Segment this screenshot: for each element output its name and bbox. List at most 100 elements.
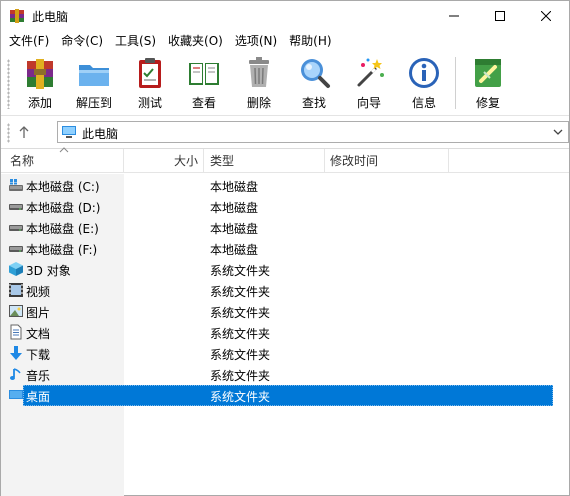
address-grip[interactable] <box>7 123 10 143</box>
title-bar: 此电脑 <box>1 1 569 31</box>
minimize-icon <box>449 15 459 17</box>
column-divider[interactable] <box>123 149 124 173</box>
file-list-row[interactable]: 文档 系统文件夹 <box>1 322 569 343</box>
add-label: 添加 <box>27 96 52 110</box>
row-name: 下载 <box>26 348 51 362</box>
extract-to-label: 解压到 <box>75 96 112 110</box>
column-modified[interactable]: 修改时间 <box>330 149 378 173</box>
row-name: 本地磁盘 (E:) <box>26 222 99 236</box>
this-pc-icon <box>62 126 76 138</box>
file-list-row[interactable]: 本地磁盘 (E:) 本地磁盘 <box>1 217 569 238</box>
row-name: 本地磁盘 (D:) <box>26 201 101 215</box>
drive-icon <box>8 198 24 214</box>
row-type: 系统文件夹 <box>210 369 271 383</box>
winrar-app-icon <box>10 9 24 23</box>
file-list-row[interactable]: 本地磁盘 (C:) 本地磁盘 <box>1 175 569 196</box>
column-type[interactable]: 类型 <box>210 149 234 173</box>
row-name: 本地磁盘 (F:) <box>26 243 98 257</box>
file-list-row[interactable]: 视频 系统文件夹 <box>1 280 569 301</box>
address-combobox[interactable]: 此电脑 <box>57 121 569 143</box>
wizard-label: 向导 <box>356 96 381 110</box>
repair-label: 修复 <box>475 96 500 110</box>
menu-commands[interactable]: 命令(C) <box>55 31 109 51</box>
delete-button[interactable]: 删除 <box>234 55 284 113</box>
repair-button[interactable]: 修复 <box>463 55 513 113</box>
menu-favorites[interactable]: 收藏夹(O) <box>162 31 229 51</box>
find-label: 查找 <box>301 96 326 110</box>
row-name: 图片 <box>26 306 51 320</box>
toolbar: 添加 解压到 测试 查看 删除 查找 向导 信息 修复 <box>1 51 569 116</box>
close-button[interactable] <box>523 1 569 31</box>
row-type: 系统文件夹 <box>210 327 271 341</box>
info-icon <box>409 58 439 88</box>
up-folder-button[interactable] <box>15 121 33 143</box>
magic-wand-icon <box>357 58 384 87</box>
drive-icon <box>8 219 24 235</box>
column-header: 名称 大小 类型 修改时间 <box>1 147 569 173</box>
row-type: 系统文件夹 <box>210 285 271 299</box>
add-archive-icon <box>27 59 53 89</box>
minimize-button[interactable] <box>431 1 477 31</box>
file-list-row[interactable]: 图片 系统文件夹 <box>1 301 569 322</box>
row-name: 本地磁盘 (C:) <box>26 180 100 194</box>
row-name: 桌面 <box>26 390 51 404</box>
extract-folder-icon <box>79 65 109 86</box>
test-label: 测试 <box>137 96 162 110</box>
magnifier-icon <box>301 59 330 88</box>
window-title: 此电脑 <box>32 10 69 24</box>
view-button[interactable]: 查看 <box>179 55 229 113</box>
row-type: 系统文件夹 <box>210 390 271 404</box>
toolbar-separator <box>455 57 456 109</box>
column-name[interactable]: 名称 <box>10 149 34 173</box>
menu-options[interactable]: 选项(N) <box>229 31 283 51</box>
file-list-row[interactable]: 本地磁盘 (F:) 本地磁盘 <box>1 238 569 259</box>
row-type: 系统文件夹 <box>210 348 271 362</box>
menu-tools[interactable]: 工具(S) <box>109 31 162 51</box>
add-button[interactable]: 添加 <box>15 55 65 113</box>
drive-icon <box>8 240 24 256</box>
trash-can-icon <box>249 57 269 87</box>
view-book-icon <box>189 63 219 85</box>
test-button[interactable]: 测试 <box>125 55 175 113</box>
file-list-row[interactable]: 下载 系统文件夹 <box>1 343 569 364</box>
picture-icon <box>8 303 24 319</box>
maximize-icon <box>495 11 505 21</box>
info-label: 信息 <box>411 96 436 110</box>
view-label: 查看 <box>191 96 216 110</box>
file-list-row[interactable]: 音乐 系统文件夹 <box>1 364 569 385</box>
drive-windows-icon <box>8 177 24 193</box>
column-divider[interactable] <box>448 149 449 173</box>
row-name: 视频 <box>26 285 51 299</box>
column-size[interactable]: 大小 <box>174 149 198 173</box>
row-type: 系统文件夹 <box>210 306 271 320</box>
column-divider[interactable] <box>324 149 325 173</box>
close-icon <box>541 11 551 21</box>
extract-to-button[interactable]: 解压到 <box>69 55 119 113</box>
maximize-button[interactable] <box>477 1 523 31</box>
selection-highlight <box>23 385 553 406</box>
column-divider[interactable] <box>203 149 204 173</box>
cube-3d-icon <box>8 261 24 277</box>
download-arrow-icon <box>8 345 24 361</box>
sort-ascending-icon <box>59 147 69 153</box>
menu-help[interactable]: 帮助(H) <box>283 31 337 51</box>
chevron-down-icon[interactable] <box>552 126 564 138</box>
desktop-icon <box>8 387 24 403</box>
toolbar-grip[interactable] <box>7 59 10 109</box>
file-list: 名称 大小 类型 修改时间 本地磁盘 (C:) 本地磁盘 本地磁盘 (D:) 本地磁盘… <box>1 147 569 496</box>
address-row: 此电脑 <box>1 117 569 147</box>
find-button[interactable]: 查找 <box>289 55 339 113</box>
row-name: 音乐 <box>26 369 51 383</box>
row-name: 文档 <box>26 327 51 341</box>
file-list-row[interactable]: 桌面 系统文件夹 <box>1 385 569 406</box>
wizard-button[interactable]: 向导 <box>344 55 394 113</box>
info-button[interactable]: 信息 <box>399 55 449 113</box>
file-list-row[interactable]: 3D 对象 系统文件夹 <box>1 259 569 280</box>
file-list-row[interactable]: 本地磁盘 (D:) 本地磁盘 <box>1 196 569 217</box>
menu-file[interactable]: 文件(F) <box>3 31 55 51</box>
delete-label: 删除 <box>246 96 271 110</box>
repair-first-aid-icon <box>475 59 501 87</box>
row-type: 本地磁盘 <box>210 201 259 215</box>
row-type: 本地磁盘 <box>210 180 259 194</box>
document-icon <box>8 324 24 340</box>
